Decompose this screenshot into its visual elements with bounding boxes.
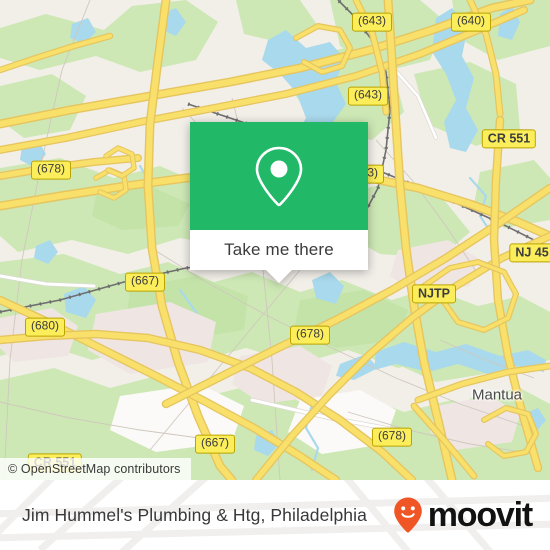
moovit-map-page: .grn { fill:#cde8b5; } .grn2 { fill:#c3e… <box>0 0 550 550</box>
take-me-there-label: Take me there <box>224 240 334 259</box>
road-shield: NJ 45 <box>509 243 550 263</box>
take-me-there-card[interactable]: Take me there <box>190 122 368 283</box>
place-label: Mantua <box>471 386 523 404</box>
road-shield: (678) <box>289 325 331 345</box>
map-attribution: © OpenStreetMap contributors <box>0 458 191 480</box>
map-pin-icon <box>255 146 303 207</box>
moovit-wordmark: moovit <box>427 496 533 534</box>
moovit-logo: moovit <box>392 496 533 534</box>
road-shield: (643) <box>351 12 393 32</box>
road-shield: NJTP <box>412 284 456 304</box>
place-title: Jim Hummel's Plumbing & Htg, Philadelphi… <box>22 504 367 525</box>
road-shield: (678) <box>371 427 413 447</box>
road-shield: (667) <box>194 434 236 454</box>
road-shield: (667) <box>124 272 166 292</box>
attribution-text: © OpenStreetMap contributors <box>8 462 181 476</box>
card-icon-area <box>190 122 368 230</box>
card-pointer-tail <box>265 269 293 283</box>
road-shield: (640) <box>450 12 492 32</box>
road-shield: (678) <box>30 160 72 180</box>
road-shield: (680) <box>24 317 66 337</box>
road-shield: (643) <box>347 86 389 106</box>
page-footer: Jim Hummel's Plumbing & Htg, Philadelphi… <box>0 480 550 550</box>
card-action-area[interactable]: Take me there <box>190 230 368 283</box>
road-shield: CR 551 <box>481 129 537 149</box>
moovit-pin-smiley-icon <box>393 497 422 533</box>
